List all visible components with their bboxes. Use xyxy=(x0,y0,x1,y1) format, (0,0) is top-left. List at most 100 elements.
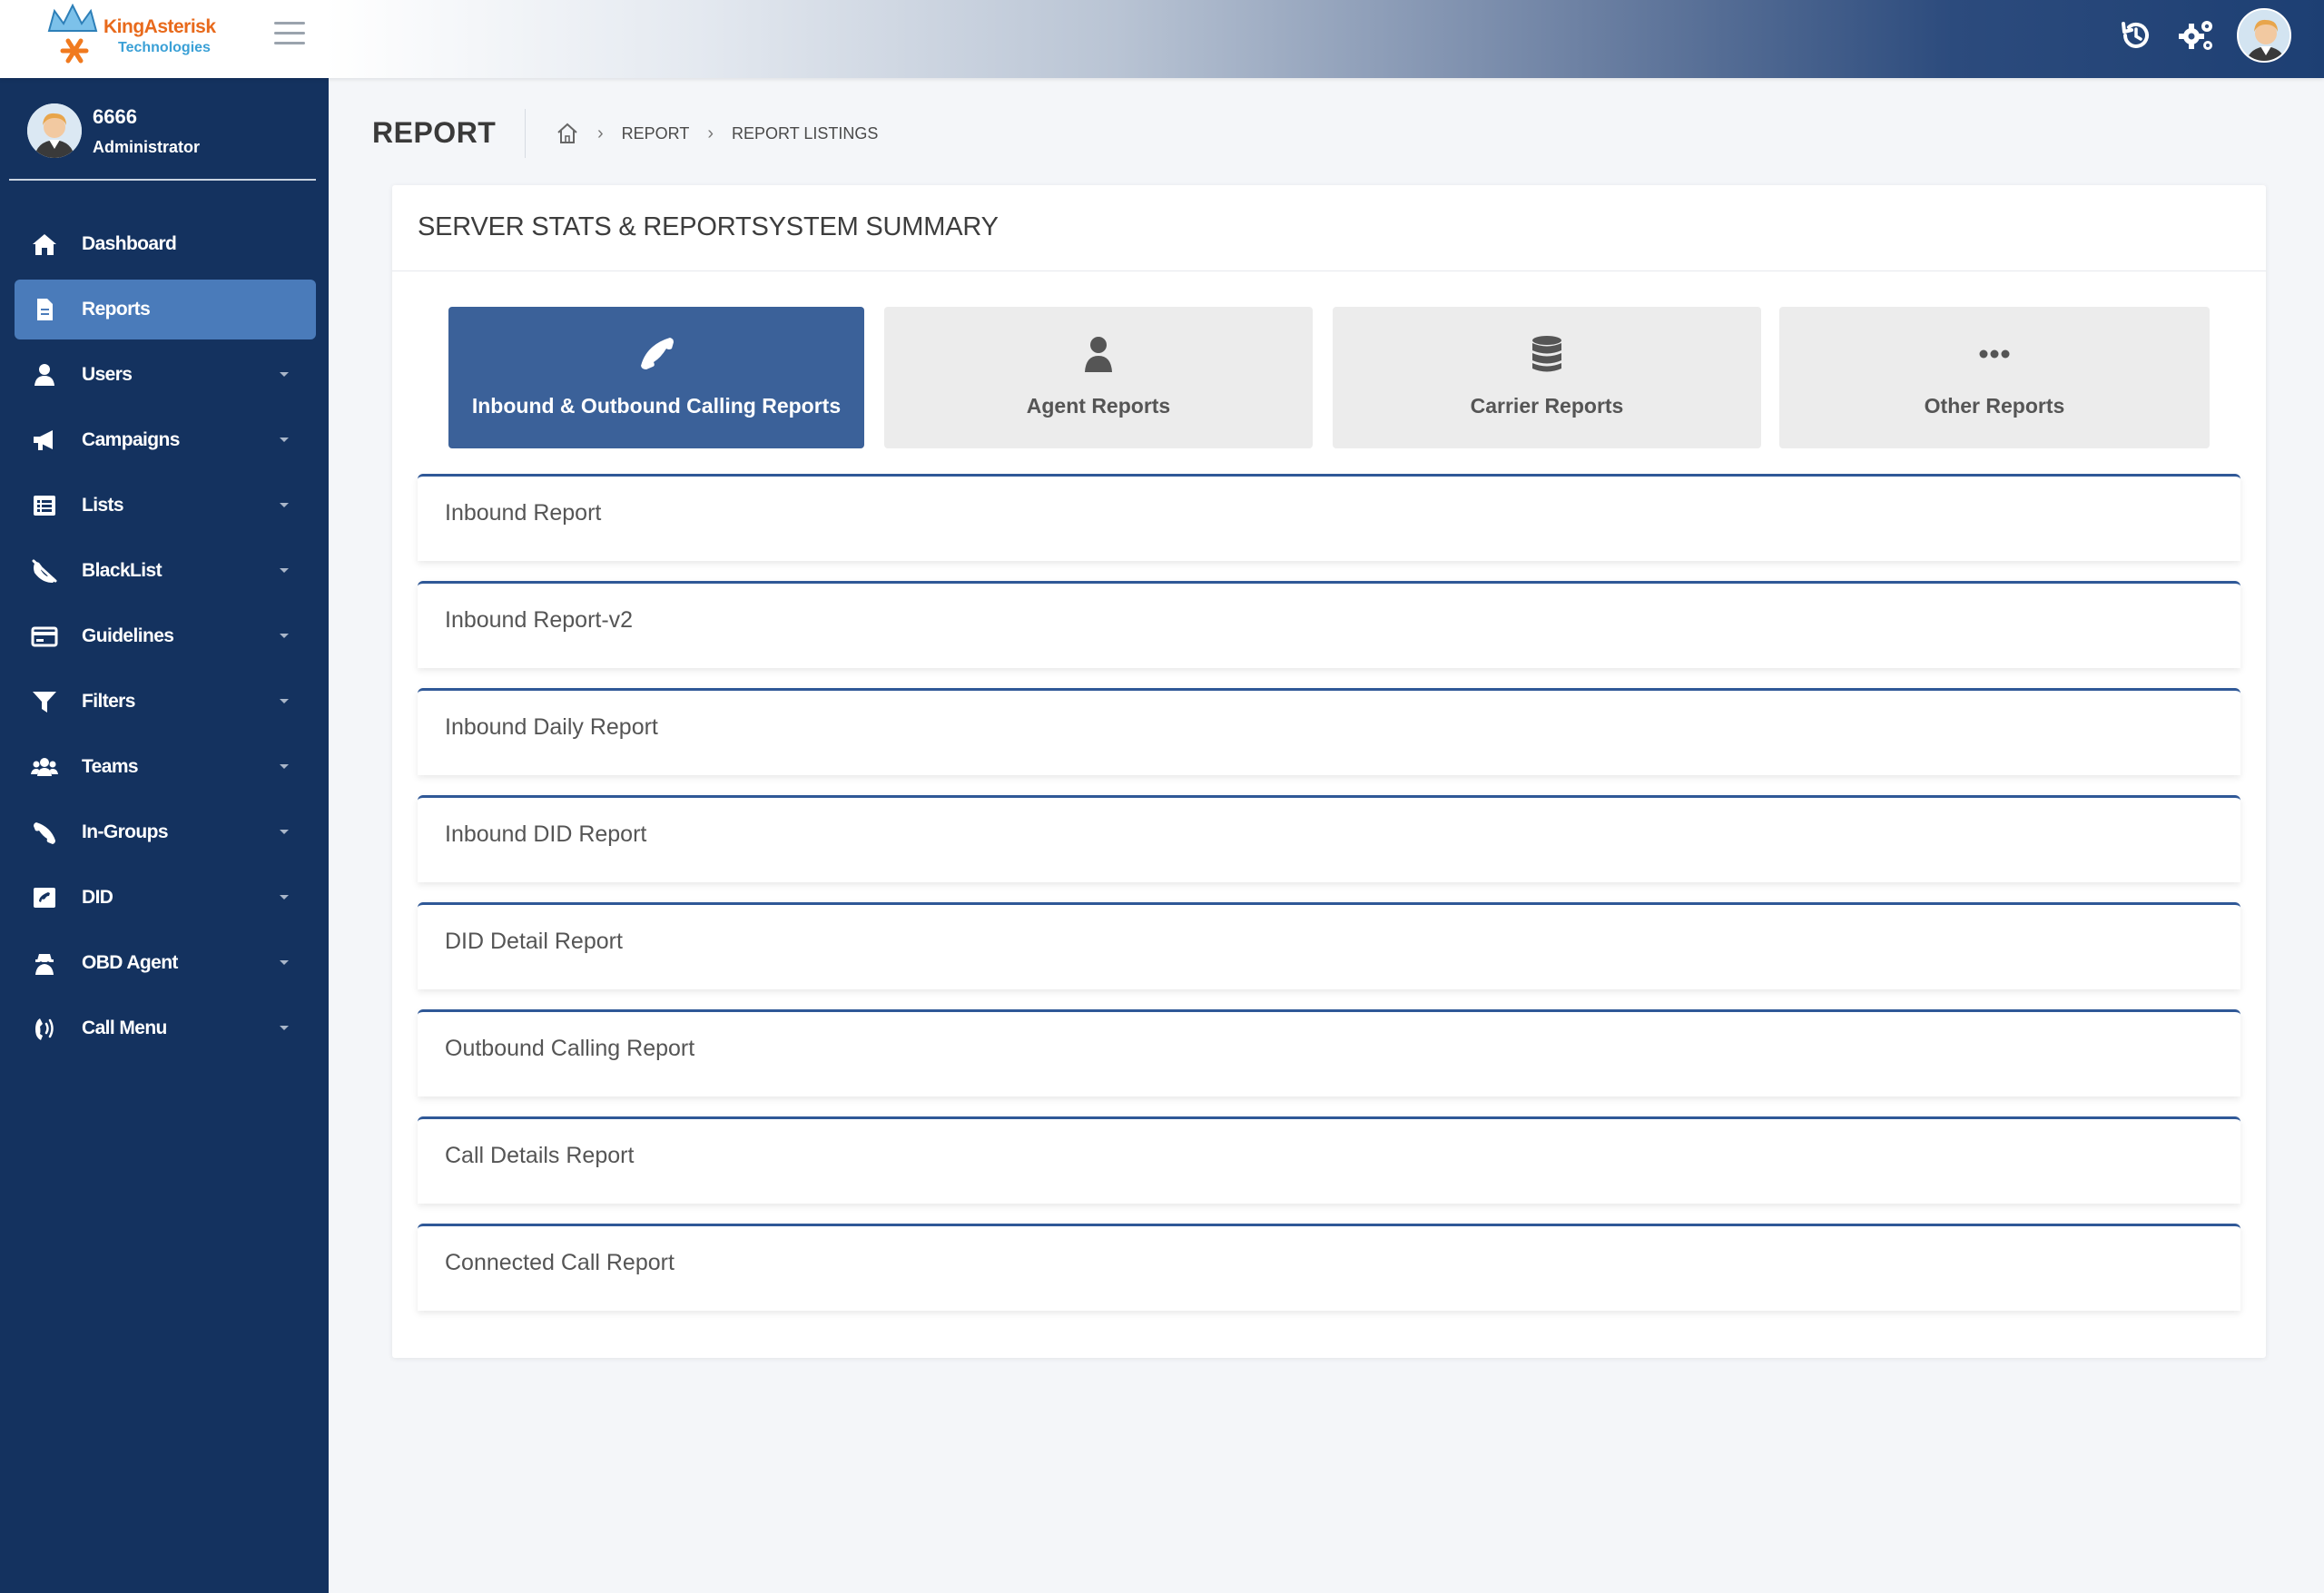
database-icon xyxy=(1532,336,1561,372)
logo-brand-subtext: Technologies xyxy=(118,40,211,55)
tab-label: Inbound & Outbound Calling Reports xyxy=(471,394,842,418)
card-title: SERVER STATS & REPORTSYSTEM SUMMARY xyxy=(418,212,999,241)
did-icon xyxy=(34,888,55,908)
sidebar-item-label: Users xyxy=(82,364,133,385)
sidebar-item-label: DID xyxy=(82,887,113,908)
sidebar-item-filters[interactable]: Filters xyxy=(15,672,316,732)
user-name: 6666 xyxy=(93,105,137,128)
sidebar-item-did[interactable]: DID xyxy=(15,868,316,928)
home-icon[interactable] xyxy=(556,122,579,145)
sidebar-item-dashboard[interactable]: Dashboard xyxy=(15,214,316,274)
filter-icon xyxy=(33,692,56,713)
sidebar-item-label: Campaigns xyxy=(82,429,180,450)
sidebar-item-guidelines[interactable]: Guidelines xyxy=(15,606,316,666)
sidebar-item-in-groups[interactable]: In-Groups xyxy=(15,802,316,862)
sidebar-nav: Dashboard Reports Users Campaigns Lists … xyxy=(0,214,329,1064)
report-item-connected-call-report[interactable]: Connected Call Report xyxy=(418,1224,2240,1311)
sidebar-item-obd-agent[interactable]: OBD Agent xyxy=(15,933,316,993)
chevron-down-icon xyxy=(280,634,289,638)
kingasterisk-logo[interactable]: KingAsterisk Technologies xyxy=(42,4,223,71)
megaphone-icon xyxy=(34,430,53,450)
list-icon xyxy=(34,496,55,516)
report-item-inbound-report-v2[interactable]: Inbound Report-v2 xyxy=(418,581,2240,668)
breadcrumb-report-listings: REPORT LISTINGS xyxy=(732,123,879,143)
tab-carrier-reports[interactable]: Carrier Reports xyxy=(1333,307,1761,448)
credit-card-icon xyxy=(31,626,58,647)
chevron-down-icon xyxy=(280,960,289,965)
report-item-outbound-calling-report[interactable]: Outbound Calling Report xyxy=(418,1009,2240,1096)
title-divider xyxy=(525,109,526,158)
tab-label: Agent Reports xyxy=(1026,394,1171,418)
page-title: REPORT xyxy=(372,116,497,149)
sidebar-item-reports[interactable]: Reports xyxy=(15,280,316,339)
phone-icon xyxy=(641,338,674,369)
agent-icon xyxy=(35,954,54,975)
sidebar-item-label: OBD Agent xyxy=(82,952,178,973)
sidebar-item-lists[interactable]: Lists xyxy=(15,476,316,536)
breadcrumb-separator: › xyxy=(707,123,714,143)
tab-agent-reports[interactable]: Agent Reports xyxy=(884,307,1313,448)
sidebar-item-label: Reports xyxy=(82,299,151,320)
menu-toggle-icon[interactable] xyxy=(274,22,305,47)
user-avatar xyxy=(27,103,82,158)
report-item-label: DID Detail Report xyxy=(445,929,623,954)
sidebar-item-call-menu[interactable]: Call Menu xyxy=(15,998,316,1058)
profile-avatar[interactable] xyxy=(2237,8,2291,63)
chevron-down-icon xyxy=(280,438,289,442)
breadcrumb: › REPORT › REPORT LISTINGS xyxy=(556,122,878,145)
chevron-down-icon xyxy=(280,764,289,769)
report-list: Inbound Report Inbound Report-v2 Inbound… xyxy=(418,474,2240,1331)
report-item-label: Outbound Calling Report xyxy=(445,1036,695,1061)
card-divider xyxy=(392,270,2266,271)
user-icon xyxy=(34,364,54,386)
report-item-inbound-did-report[interactable]: Inbound DID Report xyxy=(418,795,2240,882)
sidebar-item-label: Call Menu xyxy=(82,1018,167,1038)
report-item-label: Inbound Report xyxy=(445,500,602,526)
breadcrumb-report[interactable]: REPORT xyxy=(622,124,690,143)
chevron-down-icon xyxy=(280,699,289,703)
chevron-down-icon xyxy=(280,895,289,900)
report-item-label: Inbound Report-v2 xyxy=(445,607,634,633)
report-category-tabs: Inbound & Outbound Calling Reports Agent… xyxy=(448,307,2215,448)
blocked-phone-icon xyxy=(32,559,57,583)
chevron-down-icon xyxy=(280,568,289,573)
chevron-down-icon xyxy=(280,372,289,377)
report-item-did-detail-report[interactable]: DID Detail Report xyxy=(418,902,2240,989)
sidebar-item-campaigns[interactable]: Campaigns xyxy=(15,410,316,470)
report-item-inbound-report[interactable]: Inbound Report xyxy=(418,474,2240,561)
breadcrumb-separator: › xyxy=(597,123,604,143)
sidebar-item-label: Guidelines xyxy=(82,625,174,646)
ellipsis-icon xyxy=(1979,349,2010,359)
chevron-down-icon xyxy=(280,1026,289,1030)
tab-label: Other Reports xyxy=(1924,394,2065,418)
sidebar-item-label: In-Groups xyxy=(82,821,169,842)
sidebar-item-label: BlackList xyxy=(82,560,162,581)
sidebar-item-label: Lists xyxy=(82,495,124,516)
settings-gears-icon[interactable] xyxy=(2177,16,2215,54)
history-icon[interactable] xyxy=(2117,16,2155,54)
sidebar-item-blacklist[interactable]: BlackList xyxy=(15,541,316,601)
report-item-label: Inbound DID Report xyxy=(445,821,647,847)
sidebar: 6666 Administrator Dashboard Reports Use… xyxy=(0,78,329,1593)
report-item-inbound-daily-report[interactable]: Inbound Daily Report xyxy=(418,688,2240,775)
chevron-down-icon xyxy=(280,503,289,507)
user-icon xyxy=(1085,337,1112,372)
phone-icon xyxy=(34,822,55,844)
tab-inbound-outbound[interactable]: Inbound & Outbound Calling Reports xyxy=(448,307,864,448)
sidebar-item-label: Teams xyxy=(82,756,139,777)
logo-crown-icon xyxy=(47,4,98,64)
users-icon xyxy=(31,758,58,776)
tab-other-reports[interactable]: Other Reports xyxy=(1779,307,2210,448)
sidebar-item-users[interactable]: Users xyxy=(15,345,316,405)
phone-volume-icon xyxy=(35,1018,54,1040)
chevron-down-icon xyxy=(280,830,289,834)
user-role: Administrator xyxy=(93,138,201,156)
sidebar-item-label: Dashboard xyxy=(82,233,177,254)
user-profile-block: 6666 Administrator xyxy=(0,78,329,182)
top-bar: KingAsterisk Technologies xyxy=(0,0,2324,78)
logo-brand-text: KingAsterisk xyxy=(103,16,216,37)
sidebar-item-teams[interactable]: Teams xyxy=(15,737,316,797)
sidebar-item-label: Filters xyxy=(82,691,135,712)
report-item-label: Connected Call Report xyxy=(445,1250,675,1275)
report-item-call-details-report[interactable]: Call Details Report xyxy=(418,1116,2240,1204)
